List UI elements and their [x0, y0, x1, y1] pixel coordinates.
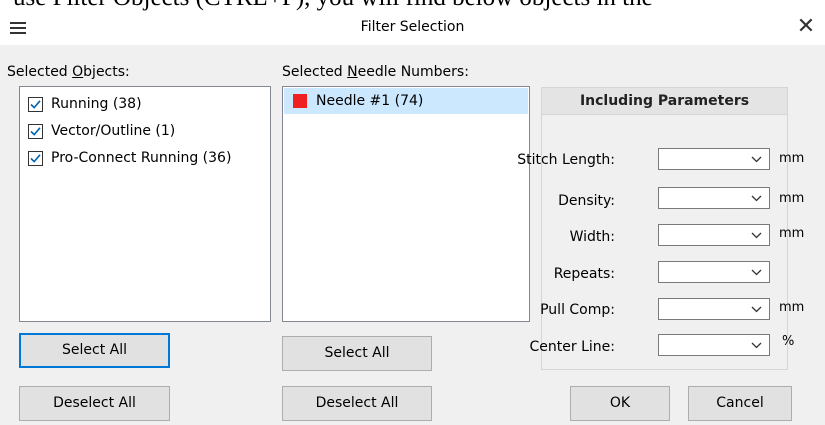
- list-item-label: Needle #1 (74): [316, 93, 424, 109]
- unit-label: mm: [779, 300, 805, 315]
- objects-select-all-button[interactable]: Select All: [19, 333, 170, 368]
- chevron-down-icon: [751, 156, 762, 163]
- including-parameters-group: Including Parameters Stitch Length: mm D…: [517, 87, 804, 370]
- needle-color-swatch: [293, 94, 307, 108]
- needles-select-all-button[interactable]: Select All: [282, 336, 432, 371]
- title-bar: Filter Selection ✕: [0, 11, 825, 45]
- unit-label: mm: [779, 191, 805, 206]
- width-label: Width:: [569, 229, 615, 245]
- list-item[interactable]: Running (38): [28, 93, 142, 115]
- repeats-combo[interactable]: [658, 261, 770, 283]
- objects-deselect-all-button[interactable]: Deselect All: [19, 386, 170, 421]
- selected-needles-label: Selected Needle Numbers:: [282, 64, 469, 80]
- density-combo[interactable]: [658, 187, 770, 209]
- list-item[interactable]: Pro-Connect Running (36): [28, 147, 231, 169]
- checkbox[interactable]: [28, 150, 43, 166]
- needles-list[interactable]: Needle #1 (74): [282, 86, 530, 322]
- filter-selection-dialog: Filter Selection ✕ Selected Objects: Run…: [0, 11, 825, 425]
- group-header: Including Parameters: [542, 88, 787, 115]
- dialog-title: Filter Selection: [360, 19, 465, 35]
- center-line-combo[interactable]: [658, 334, 770, 356]
- unit-label: %: [782, 334, 795, 349]
- chevron-down-icon: [751, 195, 762, 202]
- checkbox[interactable]: [28, 96, 43, 112]
- stitch-length-label: Stitch Length:: [517, 152, 615, 168]
- repeats-label: Repeats:: [553, 266, 615, 282]
- close-icon[interactable]: ✕: [793, 13, 819, 43]
- selected-objects-label: Selected Objects:: [7, 64, 130, 80]
- unit-label: mm: [779, 151, 805, 166]
- unit-label: mm: [779, 226, 805, 241]
- list-item[interactable]: Needle #1 (74): [284, 88, 528, 114]
- pull-comp-label: Pull Comp:: [540, 302, 615, 318]
- objects-list[interactable]: Running (38) Vector/Outline (1) Pro-Conn…: [19, 86, 271, 322]
- list-item-label: Pro-Connect Running (36): [51, 150, 232, 166]
- center-line-label: Center Line:: [529, 339, 615, 355]
- ok-button[interactable]: OK: [570, 386, 670, 421]
- width-combo[interactable]: [658, 224, 770, 246]
- chevron-down-icon: [751, 269, 762, 276]
- cancel-button[interactable]: Cancel: [688, 386, 792, 421]
- density-label: Density:: [558, 193, 615, 209]
- pull-comp-combo[interactable]: [658, 298, 770, 320]
- list-item-label: Vector/Outline (1): [51, 123, 176, 139]
- list-item[interactable]: Vector/Outline (1): [28, 120, 175, 142]
- chevron-down-icon: [751, 306, 762, 313]
- chevron-down-icon: [751, 232, 762, 239]
- chevron-down-icon: [751, 342, 762, 349]
- list-item-label: Running (38): [51, 96, 142, 112]
- needles-deselect-all-button[interactable]: Deselect All: [282, 386, 432, 421]
- checkbox[interactable]: [28, 123, 43, 139]
- stitch-length-combo[interactable]: [658, 148, 770, 170]
